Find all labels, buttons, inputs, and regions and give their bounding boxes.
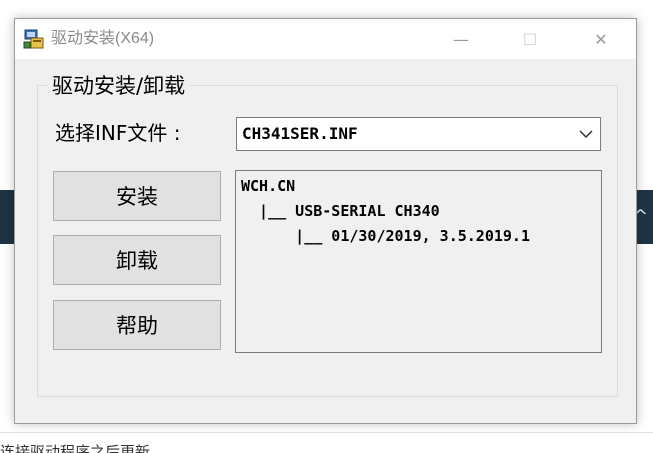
minimize-icon: —: [453, 29, 469, 49]
driver-info-box: WCH.CN |__ USB-SERIAL CH340 |__ 01/30/20…: [235, 170, 602, 353]
driver-install-window: 驱动安装(X64) — ☐ ✕ 驱动安装/卸载 选择INF文件 : CH341S…: [14, 18, 637, 424]
minimize-button[interactable]: —: [438, 19, 484, 59]
title-bar[interactable]: 驱动安装(X64) — ☐ ✕: [15, 19, 636, 59]
close-icon: ✕: [594, 29, 608, 49]
app-icon: [23, 29, 44, 49]
install-button[interactable]: 安装: [53, 171, 221, 221]
inf-file-label: 选择INF文件 :: [55, 121, 181, 145]
maximize-icon: ☐: [522, 29, 538, 49]
chevron-down-icon[interactable]: [576, 124, 596, 144]
info-line-device: |__ USB-SERIAL CH340: [241, 202, 440, 220]
group-title: 驱动安装/卸载: [48, 73, 190, 99]
maximize-button[interactable]: ☐: [507, 19, 553, 59]
info-line-vendor: WCH.CN: [241, 177, 296, 195]
info-line-version: |__ 01/30/2019, 3.5.2019.1: [241, 227, 530, 245]
inf-file-select[interactable]: CH341SER.INF: [236, 117, 601, 151]
uninstall-button[interactable]: 卸载: [53, 235, 221, 285]
close-button[interactable]: ✕: [578, 19, 624, 59]
background-text: 连接驱动程序之后更新: [0, 443, 151, 453]
inf-file-value: CH341SER.INF: [242, 124, 358, 143]
help-button[interactable]: 帮助: [53, 300, 221, 350]
background-divider: [0, 432, 653, 433]
window-title: 驱动安装(X64): [51, 30, 155, 47]
